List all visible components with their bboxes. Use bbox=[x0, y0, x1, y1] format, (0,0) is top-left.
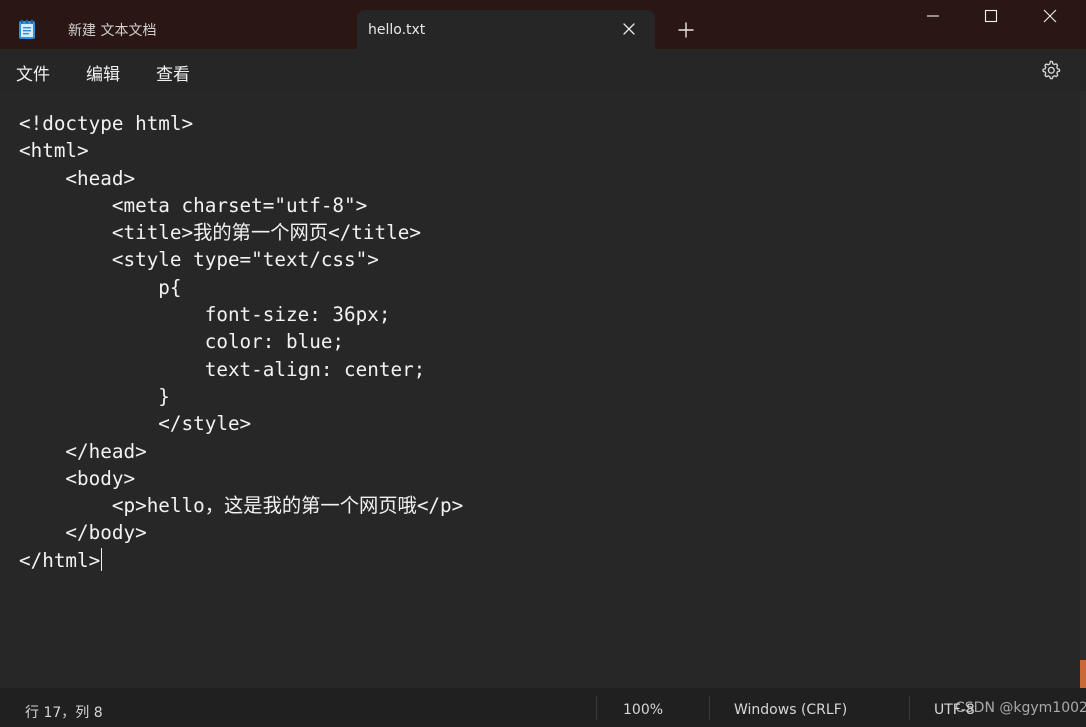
code-line: <html> bbox=[19, 139, 89, 163]
code-line: text-align: center; bbox=[19, 357, 426, 381]
notepad-window: 新建 文本文档 hello.txt 文件 编辑 查看 <!doctype htm… bbox=[0, 0, 1086, 727]
status-divider bbox=[596, 696, 597, 720]
status-bar: 行 17，列 8 100% Windows (CRLF) UTF-8 bbox=[0, 688, 1086, 727]
menu-bar: 文件 编辑 查看 bbox=[0, 49, 1086, 91]
maximize-button[interactable] bbox=[962, 0, 1020, 32]
code-line: color: blue; bbox=[19, 330, 345, 354]
code-line: </style> bbox=[19, 412, 252, 436]
menu-file[interactable]: 文件 bbox=[16, 60, 50, 85]
status-divider bbox=[709, 696, 710, 720]
code-line: <body> bbox=[19, 466, 136, 490]
zoom-level[interactable]: 100% bbox=[623, 702, 663, 718]
code-line: <p>hello，这是我的第一个网页哦</p> bbox=[19, 494, 464, 518]
code-line: <title>我的第一个网页</title> bbox=[19, 221, 421, 245]
code-line: } bbox=[19, 384, 170, 408]
plus-icon[interactable] bbox=[676, 20, 696, 40]
code-line: <head> bbox=[19, 166, 136, 190]
menu-view[interactable]: 查看 bbox=[156, 60, 190, 85]
gear-icon[interactable] bbox=[1040, 59, 1061, 80]
code-line: </head> bbox=[19, 439, 147, 463]
close-icon bbox=[1043, 9, 1057, 23]
tab-label: hello.txt bbox=[368, 21, 426, 38]
close-window-button[interactable] bbox=[1021, 0, 1079, 32]
status-divider bbox=[909, 696, 910, 720]
code-lines: <!doctype html> <html> <head> <meta char… bbox=[19, 110, 463, 574]
tab-new-document[interactable]: 新建 文本文档 bbox=[52, 10, 352, 49]
code-line: <!doctype html> bbox=[19, 112, 194, 135]
tab-hello-txt[interactable]: hello.txt bbox=[357, 10, 655, 49]
code-line-last: </html> bbox=[19, 547, 463, 574]
code-line: <meta charset="utf-8"> bbox=[19, 193, 368, 217]
notepad-icon bbox=[19, 19, 35, 39]
code-line: </body> bbox=[19, 521, 147, 545]
tab-label: 新建 文本文档 bbox=[68, 22, 157, 39]
scrollbar-edge bbox=[1080, 660, 1086, 688]
menu-edit[interactable]: 编辑 bbox=[86, 60, 120, 85]
code-line: font-size: 36px; bbox=[19, 303, 391, 327]
vertical-scrollbar[interactable] bbox=[1080, 91, 1086, 688]
watermark: CSDN @kgym1002 bbox=[955, 700, 1086, 716]
close-icon[interactable] bbox=[621, 21, 637, 37]
title-bar: 新建 文本文档 hello.txt bbox=[0, 0, 1086, 49]
text-caret bbox=[101, 547, 103, 571]
code-line: <style type="text/css"> bbox=[19, 248, 379, 272]
text-editor[interactable]: <!doctype html> <html> <head> <meta char… bbox=[0, 91, 1080, 688]
minimize-button[interactable] bbox=[904, 0, 962, 32]
code-line-text: </html> bbox=[19, 548, 101, 572]
maximize-icon bbox=[984, 9, 998, 23]
code-line: p{ bbox=[19, 275, 182, 299]
line-ending[interactable]: Windows (CRLF) bbox=[734, 702, 847, 718]
cursor-position: 行 17，列 8 bbox=[25, 705, 103, 721]
minimize-icon bbox=[927, 15, 939, 17]
